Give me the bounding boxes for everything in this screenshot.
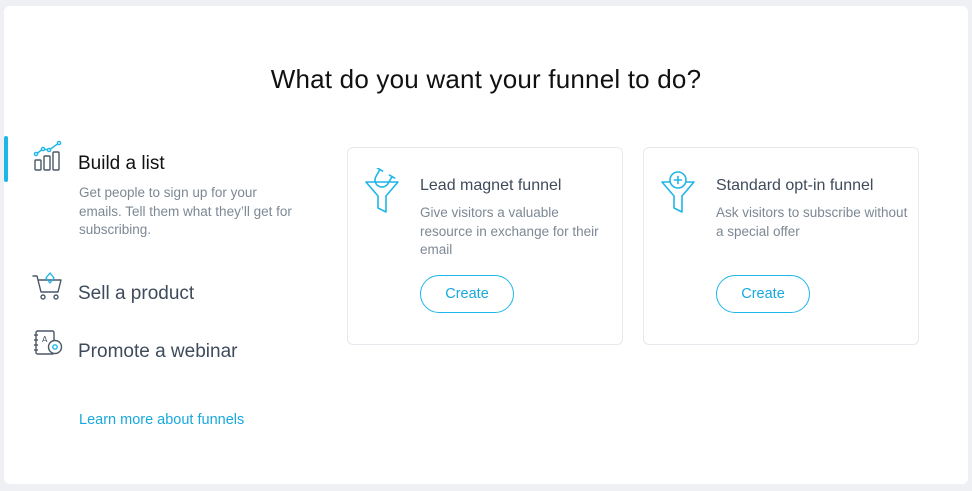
menu-item-label: Build a list: [78, 153, 165, 174]
create-standard-opt-in-button[interactable]: Create: [716, 275, 810, 313]
menu-item-promote-a-webinar[interactable]: A Promote a webinar: [4, 326, 304, 366]
webinar-notebook-icon: A: [34, 330, 63, 355]
bar-chart-growth-icon: [33, 140, 62, 171]
menu-item-build-a-list[interactable]: Build a list Get people to sign up for y…: [4, 136, 304, 246]
svg-text:A: A: [42, 335, 48, 344]
menu-item-label: Promote a webinar: [78, 341, 238, 362]
menu-item-description: Get people to sign up for your emails. T…: [79, 185, 292, 237]
page-title: What do you want your funnel to do?: [270, 64, 702, 94]
magnet-funnel-icon: [365, 168, 399, 213]
learn-more-link[interactable]: Learn more about funnels: [79, 412, 244, 428]
menu-item-label: Sell a product: [78, 283, 195, 304]
card-description: Ask visitors to subscribe without a spec…: [716, 205, 908, 239]
card-standard-opt-in-funnel[interactable]: Standard opt-in funnel Ask visitors to s…: [643, 147, 919, 345]
card-title: Standard opt-in funnel: [716, 177, 874, 194]
create-lead-magnet-button[interactable]: Create: [420, 275, 514, 313]
card-title: Lead magnet funnel: [420, 177, 562, 194]
card-description: Give visitors a valuable resource in exc…: [420, 205, 599, 257]
plus-funnel-icon: [661, 171, 695, 213]
card-lead-magnet-funnel[interactable]: Lead magnet funnel Give visitors a valua…: [347, 147, 623, 345]
shopping-cart-icon: [32, 272, 62, 300]
active-indicator: [4, 136, 8, 182]
menu-item-sell-a-product[interactable]: Sell a product: [4, 268, 304, 308]
funnel-goal-panel: What do you want your funnel to do? Buil…: [4, 6, 968, 484]
